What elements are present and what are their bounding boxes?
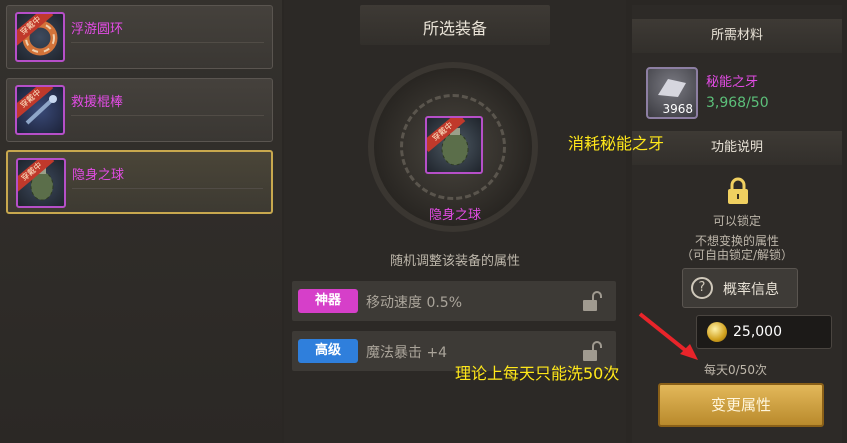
equipment-item-ring[interactable]: 穿戴中 浮游圆环 bbox=[6, 5, 273, 69]
selected-item-icon[interactable]: 穿戴中 bbox=[425, 116, 483, 174]
item-icon-ring: 穿戴中 bbox=[15, 12, 65, 62]
gold-coin-icon bbox=[707, 322, 727, 342]
rarity-badge-advanced: 高级 bbox=[298, 339, 358, 363]
materials-title: 所需材料 bbox=[632, 19, 842, 53]
daily-usage-count: 每天0/50次 bbox=[704, 363, 767, 377]
divider bbox=[71, 115, 264, 116]
material-count: 3968 bbox=[662, 102, 693, 116]
rarity-badge-artifact: 神器 bbox=[298, 289, 358, 313]
annotation-consume: 消耗秘能之牙 bbox=[568, 134, 665, 153]
attribute-text: 魔法暴击 +4 bbox=[366, 345, 448, 361]
title-bar: 所选装备 bbox=[360, 5, 550, 45]
cost-value: 25,000 bbox=[733, 324, 782, 340]
panel-title: 所选装备 bbox=[422, 19, 487, 38]
item-icon-grenade: 穿戴中 bbox=[16, 158, 66, 208]
equipment-list-panel: 穿戴中 浮游圆环 穿戴中 救援棍棒 穿戴中 隐身之球 bbox=[0, 0, 282, 443]
item-name: 浮游圆环 bbox=[71, 22, 124, 37]
probability-info-button[interactable]: ? 概率信息 bbox=[682, 268, 798, 308]
divider bbox=[71, 42, 264, 43]
attribute-row: 神器 移动速度 0.5% bbox=[292, 281, 616, 321]
annotation-daily-limit: 理论上每天只能洗50次 bbox=[455, 364, 620, 383]
selected-item-name: 隐身之球 bbox=[428, 208, 481, 223]
cost-display: 25,000 bbox=[696, 315, 832, 349]
red-arrow-icon bbox=[638, 312, 698, 360]
divider bbox=[72, 188, 263, 189]
item-name: 隐身之球 bbox=[72, 168, 125, 183]
probability-info-label: 概率信息 bbox=[723, 282, 779, 298]
equipment-item-stick[interactable]: 穿戴中 救援棍棒 bbox=[6, 78, 273, 142]
material-icon-fang[interactable]: 3968 bbox=[646, 67, 698, 119]
unlock-icon[interactable] bbox=[580, 290, 602, 312]
question-icon: ? bbox=[691, 277, 713, 299]
change-attributes-button[interactable]: 变更属性 bbox=[658, 383, 824, 427]
lock-icon bbox=[728, 177, 748, 204]
random-adjust-description: 随机调整该装备的属性 bbox=[389, 254, 520, 269]
materials-panel: 所需材料 3968 秘能之牙 3,968/50 功能说明 可以锁定 不想变换的属… bbox=[632, 5, 842, 443]
item-icon-stick: 穿戴中 bbox=[15, 85, 65, 135]
equipment-item-stealth-orb[interactable]: 穿戴中 隐身之球 bbox=[6, 150, 273, 214]
material-name: 秘能之牙 bbox=[706, 75, 759, 90]
lock-note: （可自由锁定/解锁） bbox=[680, 248, 794, 262]
material-progress: 3,968/50 bbox=[706, 95, 769, 111]
attribute-text: 移动速度 0.5% bbox=[366, 295, 463, 311]
unlock-icon[interactable] bbox=[580, 340, 602, 362]
item-name: 救援棍棒 bbox=[71, 95, 124, 110]
lock-label: 可以锁定 bbox=[712, 214, 761, 228]
